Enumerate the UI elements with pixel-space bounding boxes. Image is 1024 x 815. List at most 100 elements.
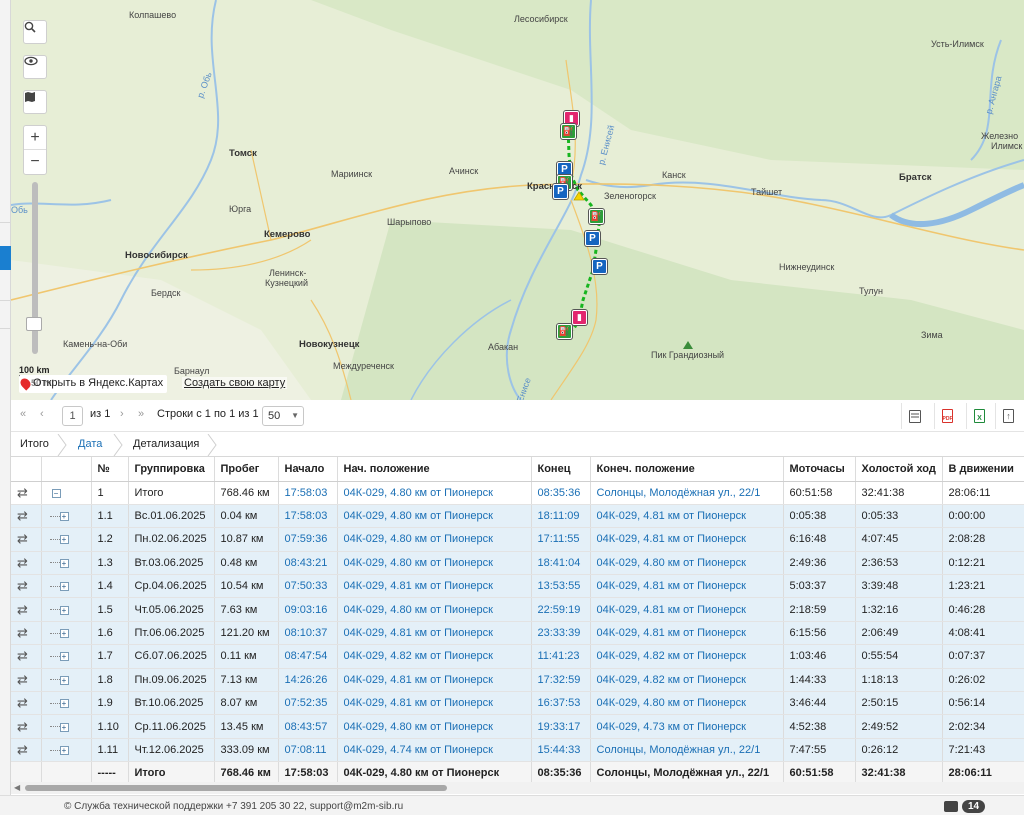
route-cell[interactable]: ⇄ bbox=[11, 738, 42, 763]
notifications-button[interactable]: 14 bbox=[944, 799, 986, 813]
tree-cell[interactable]: + bbox=[41, 597, 92, 622]
table-row[interactable]: ⇄ +1.9 Вт.10.06.2025 8.07 км 07:52:35 04К-029… bbox=[11, 691, 1024, 716]
cell-start-pos[interactable]: 04К-029, 4.80 км от Пионерск bbox=[337, 527, 532, 552]
scrollbar-thumb[interactable] bbox=[25, 785, 447, 791]
cell-start[interactable]: 08:43:57 bbox=[278, 714, 338, 739]
table-row[interactable]: ⇄ +1.10 Ср.11.06.2025 13.45 км 08:43:57 04К-0… bbox=[11, 714, 1024, 739]
fuel-marker[interactable]: ⛽ bbox=[557, 324, 572, 339]
eye-icon[interactable] bbox=[23, 55, 47, 79]
cell-start-pos[interactable]: 04К-029, 4.81 км от Пионерск bbox=[337, 691, 532, 716]
tree-cell[interactable]: + bbox=[41, 621, 92, 646]
scroll-left-icon[interactable]: ◀ bbox=[14, 783, 20, 792]
cell-end[interactable]: 18:11:09 bbox=[531, 504, 591, 529]
route-icon[interactable]: ⇄ bbox=[17, 508, 28, 523]
header-start-position[interactable]: Нач. положение bbox=[337, 457, 532, 482]
expand-icon[interactable]: + bbox=[59, 629, 69, 639]
route-cell[interactable]: ⇄ bbox=[11, 597, 42, 622]
cell-start[interactable]: 07:59:36 bbox=[278, 527, 338, 552]
horizontal-scrollbar[interactable]: ◀ bbox=[11, 782, 1024, 794]
zoom-in-icon[interactable]: + bbox=[24, 126, 46, 150]
route-icon[interactable]: ⇄ bbox=[17, 648, 28, 663]
route-icon[interactable]: ⇄ bbox=[17, 578, 28, 593]
header-moving[interactable]: В движении bbox=[942, 457, 1024, 482]
cell-end-pos[interactable]: 04К-029, 4.81 км от Пионерск bbox=[590, 504, 784, 529]
cell-end[interactable]: 16:37:53 bbox=[531, 691, 591, 716]
expand-icon[interactable]: + bbox=[59, 605, 69, 615]
prev-page-button[interactable]: ‹ bbox=[40, 408, 44, 420]
tree-cell[interactable]: + bbox=[41, 551, 92, 576]
expand-icon[interactable]: + bbox=[59, 699, 69, 709]
parking-marker[interactable]: P bbox=[585, 231, 600, 246]
cell-start[interactable]: 14:26:26 bbox=[278, 668, 338, 693]
next-page-button[interactable]: › bbox=[120, 408, 124, 420]
table-row[interactable]: ⇄ +1.1 Вс.01.06.2025 0.04 км 17:58:03 04К-029… bbox=[11, 504, 1024, 529]
table-row[interactable]: ⇄ +1.11 Чт.12.06.2025 333.09 км 07:08:11 04К-… bbox=[11, 738, 1024, 763]
cell-end[interactable]: 19:33:17 bbox=[531, 714, 591, 739]
crumb-total[interactable]: Итого bbox=[20, 438, 49, 450]
export-file-button[interactable]: ↑ bbox=[995, 403, 1021, 429]
zoom-out-icon[interactable]: − bbox=[24, 150, 46, 174]
cell-end[interactable]: 17:32:59 bbox=[531, 668, 591, 693]
table-row[interactable]: ⇄ +1.6 Пт.06.06.2025 121.20 км 08:10:37 04К-0… bbox=[11, 621, 1024, 646]
cell-end-pos[interactable]: 04К-029, 4.81 км от Пионерск bbox=[590, 574, 784, 599]
fuel-marker[interactable]: ⛽ bbox=[561, 124, 576, 139]
cell-end-pos[interactable]: 04К-029, 4.80 км от Пионерск bbox=[590, 551, 784, 576]
cell-end[interactable]: 13:53:55 bbox=[531, 574, 591, 599]
cell-start-pos[interactable]: 04К-029, 4.80 км от Пионерск bbox=[337, 551, 532, 576]
table-row[interactable]: ⇄ +1.2 Пн.02.06.2025 10.87 км 07:59:36 04К-02… bbox=[11, 527, 1024, 552]
tree-cell[interactable]: + bbox=[41, 644, 92, 669]
cell-end-pos[interactable]: 04К-029, 4.73 км от Пионерск bbox=[590, 714, 784, 739]
cell-end[interactable]: 18:41:04 bbox=[531, 551, 591, 576]
cell-start-pos[interactable]: 04К-029, 4.80 км от Пионерск bbox=[337, 597, 532, 622]
cell-end-pos[interactable]: 04К-029, 4.81 км от Пионерск bbox=[590, 597, 784, 622]
route-icon[interactable]: ⇄ bbox=[17, 695, 28, 710]
first-page-button[interactable]: « bbox=[20, 408, 26, 420]
route-icon[interactable]: ⇄ bbox=[17, 719, 28, 734]
header-number[interactable]: № bbox=[91, 457, 129, 482]
crumb-date[interactable]: Дата bbox=[78, 438, 102, 450]
cell-end-pos[interactable]: 04К-029, 4.80 км от Пионерск bbox=[590, 691, 784, 716]
table-row[interactable]: ⇄ +1.7 Сб.07.06.2025 0.11 км 08:47:54 04К-029… bbox=[11, 644, 1024, 669]
cell-end[interactable]: 23:33:39 bbox=[531, 621, 591, 646]
expand-icon[interactable]: + bbox=[59, 652, 69, 662]
cell-end-pos[interactable]: Солонцы, Молодёжная ул., 22/1 bbox=[590, 738, 784, 763]
cell-start[interactable]: 07:08:11 bbox=[278, 738, 338, 763]
zoom-slider-thumb[interactable] bbox=[26, 317, 42, 331]
header-end[interactable]: Конец bbox=[531, 457, 591, 482]
cell-start-pos[interactable]: 04К-029, 4.82 км от Пионерск bbox=[337, 644, 532, 669]
map-view[interactable]: Колпашево Лесосибирск Усть-Илимск Железн… bbox=[11, 0, 1024, 400]
cell-start[interactable]: 07:52:35 bbox=[278, 691, 338, 716]
route-cell[interactable]: ⇄ bbox=[11, 644, 42, 669]
route-cell[interactable]: ⇄ bbox=[11, 714, 42, 739]
cell-start[interactable]: 09:03:16 bbox=[278, 597, 338, 622]
route-cell[interactable]: ⇄ bbox=[11, 668, 42, 693]
cell-end-pos[interactable]: 04К-029, 4.81 км от Пионерск bbox=[590, 621, 784, 646]
expand-icon[interactable]: + bbox=[59, 745, 69, 755]
last-page-button[interactable]: » bbox=[138, 408, 144, 420]
route-icon[interactable]: ⇄ bbox=[17, 672, 28, 687]
cell-end[interactable]: 08:35:36 bbox=[531, 481, 591, 505]
table-row[interactable]: ⇄ +1.8 Пн.09.06.2025 7.13 км 14:26:26 04К-029… bbox=[11, 668, 1024, 693]
cell-start[interactable]: 08:10:37 bbox=[278, 621, 338, 646]
route-icon[interactable]: ⇄ bbox=[17, 555, 28, 570]
cell-start-pos[interactable]: 04К-029, 4.80 км от Пионерск bbox=[337, 714, 532, 739]
parking-marker[interactable]: P bbox=[592, 259, 607, 274]
expand-icon[interactable]: + bbox=[59, 558, 69, 568]
cell-end-pos[interactable]: 04К-029, 4.81 км от Пионерск bbox=[590, 527, 784, 552]
header-mileage[interactable]: Пробег bbox=[214, 457, 279, 482]
table-row[interactable]: ⇄ − 1 Итого 768.46 км 17:58:03 04К-029, 4.80 к… bbox=[11, 481, 1024, 505]
tree-cell[interactable]: + bbox=[41, 738, 92, 763]
tree-cell[interactable]: + bbox=[41, 714, 92, 739]
cell-start-pos[interactable]: 04К-029, 4.81 км от Пионерск bbox=[337, 668, 532, 693]
cell-start[interactable]: 17:58:03 bbox=[278, 504, 338, 529]
map-canvas[interactable] bbox=[11, 0, 1024, 400]
route-icon[interactable]: ⇄ bbox=[17, 625, 28, 640]
page-input[interactable]: 1 bbox=[62, 406, 83, 426]
cell-start[interactable]: 08:43:21 bbox=[278, 551, 338, 576]
table-row[interactable]: ⇄ +1.4 Ср.04.06.2025 10.54 км 07:50:33 04К-02… bbox=[11, 574, 1024, 599]
expand-icon[interactable]: + bbox=[59, 675, 69, 685]
expand-icon[interactable]: + bbox=[59, 535, 69, 545]
cell-end-pos[interactable]: Солонцы, Молодёжная ул., 22/1 bbox=[590, 481, 784, 505]
cell-end[interactable]: 15:44:33 bbox=[531, 738, 591, 763]
cell-end[interactable]: 17:11:55 bbox=[531, 527, 591, 552]
